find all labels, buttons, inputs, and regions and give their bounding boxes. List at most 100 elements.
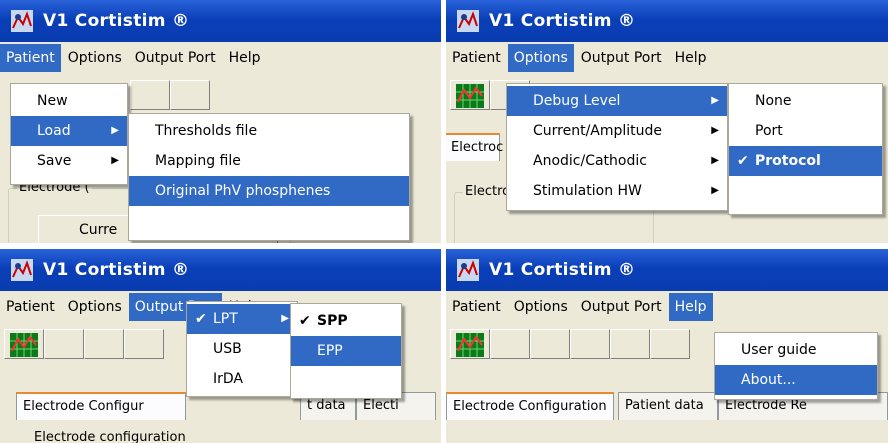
toolbar-button[interactable] [490, 329, 530, 359]
menu-bar: Patient Options Output Port Help [0, 42, 441, 74]
menu-item-protocol[interactable]: ✔ Protocol [729, 146, 882, 176]
submenu-arrow-icon: ▶ [711, 125, 719, 136]
app-title: V1 Cortistim ® [489, 11, 636, 31]
submenu-arrow-icon: ▶ [281, 313, 289, 324]
menu-bar: Patient Options Output Port Help [446, 291, 888, 323]
groupbox-label: Electro [463, 184, 513, 199]
menu-item-thresholds-file[interactable]: Thresholds file [129, 116, 409, 146]
toolbar-button[interactable] [170, 80, 210, 110]
menu-item-original-phv-phosphenes[interactable]: Original PhV phosphenes [129, 176, 409, 206]
menu-options[interactable]: Options [508, 293, 574, 321]
menu-item-epp[interactable]: EPP [291, 336, 401, 366]
chart-toolbar-button[interactable] [4, 329, 44, 359]
lpt-submenu: ✔ SPP EPP [290, 303, 402, 399]
tab-label: Electrode Re [725, 398, 807, 413]
menu-help[interactable]: Help [669, 44, 713, 72]
groupbox-label: Electrode configuration [34, 430, 186, 443]
chart-toolbar-button[interactable] [450, 329, 490, 359]
menu-item-irda[interactable]: IrDA [187, 364, 297, 394]
menu-output-port[interactable]: Output Port [575, 44, 668, 72]
tab-label: Electroc [451, 140, 504, 155]
toolbar-button[interactable] [650, 329, 690, 359]
grid-chart-icon [456, 84, 484, 108]
menu-item-stimulation-hw[interactable]: Stimulation HW ▶ [507, 176, 727, 206]
tab-label: Electrode Configur [23, 399, 144, 414]
panel-patient-menu: V1 Cortistim ® Patient Options Output Po… [0, 0, 441, 243]
menu-item-new[interactable]: New [11, 86, 127, 116]
patient-dropdown: New Load ▶ Save ▶ [10, 83, 128, 185]
tab-electrode-configuration[interactable]: Electrode Configur [16, 392, 186, 420]
checkmark-icon: ✔ [195, 311, 207, 327]
tab-label: Electrode Configuration [453, 399, 607, 414]
toolbar-button[interactable] [610, 329, 650, 359]
tab-label: t data [307, 398, 346, 413]
toolbar-button[interactable] [84, 329, 124, 359]
menu-item-none[interactable]: None [729, 86, 882, 116]
cortistim-app-icon [9, 257, 35, 283]
tab-patient-data[interactable]: Patient data [618, 392, 718, 420]
menu-options[interactable]: Options [507, 44, 574, 72]
menu-item-label: SPP [317, 313, 348, 329]
menu-item-label: Anodic/Cathodic [533, 153, 647, 169]
title-bar[interactable]: V1 Cortistim ® [0, 249, 441, 291]
menu-item-label: LPT [213, 311, 238, 327]
tab-electrode-configuration[interactable]: Electroc [446, 133, 504, 161]
menu-item-save[interactable]: Save ▶ [11, 146, 127, 176]
menu-help[interactable]: Help [668, 293, 713, 321]
menu-item-current-amplitude[interactable]: Current/Amplitude ▶ [507, 116, 727, 146]
current-button-label: Curre [79, 222, 118, 238]
menu-item-label: Mapping file [155, 153, 241, 169]
panel-help-menu: V1 Cortistim ® Patient Options Output Po… [446, 249, 888, 443]
menu-item-spp[interactable]: ✔ SPP [291, 306, 401, 336]
menu-item-label: New [37, 93, 68, 109]
menu-options[interactable]: Options [62, 293, 128, 321]
menu-options[interactable]: Options [62, 44, 128, 72]
menu-item-label: Current/Amplitude [533, 123, 663, 139]
app-title: V1 Cortistim ® [489, 260, 636, 280]
title-bar[interactable]: V1 Cortistim ® [446, 0, 888, 42]
menu-item-port[interactable]: Port [729, 116, 882, 146]
menu-patient[interactable]: Patient [0, 44, 61, 72]
menu-item-load[interactable]: Load ▶ [11, 116, 127, 146]
tab-electrode-configuration[interactable]: Electrode Configuration [446, 392, 614, 420]
menu-patient[interactable]: Patient [0, 293, 61, 321]
menu-item-user-guide[interactable]: User guide [715, 335, 877, 365]
chart-toolbar-button[interactable] [450, 80, 490, 110]
title-bar[interactable]: V1 Cortistim ® [446, 249, 888, 291]
menu-item-label: User guide [741, 342, 817, 358]
menu-patient[interactable]: Patient [446, 293, 507, 321]
output-port-dropdown: ✔ LPT ▶ USB IrDA [186, 301, 298, 397]
grid-chart-icon [456, 333, 484, 357]
menu-item-label: IrDA [213, 371, 243, 387]
toolbar-button[interactable] [44, 329, 84, 359]
menu-item-label: USB [213, 341, 242, 357]
menu-item-anodic-cathodic[interactable]: Anodic/Cathodic ▶ [507, 146, 727, 176]
load-submenu: Thresholds file Mapping file Original Ph… [128, 113, 410, 241]
cortistim-app-icon [9, 8, 35, 34]
menu-item-label: Original PhV phosphenes [155, 183, 331, 199]
toolbar-button[interactable] [530, 329, 570, 359]
toolbar-button[interactable] [124, 329, 164, 359]
checkmark-icon: ✔ [299, 313, 311, 329]
menu-output-port[interactable]: Output Port [575, 293, 668, 321]
menu-patient[interactable]: Patient [446, 44, 507, 72]
menu-item-usb[interactable]: USB [187, 334, 297, 364]
menu-item-debug-level[interactable]: Debug Level ▶ [507, 86, 727, 116]
title-bar[interactable]: V1 Cortistim ® [0, 0, 441, 42]
menu-help[interactable]: Help [223, 44, 267, 72]
toolbar-button[interactable] [130, 80, 170, 110]
menu-item-label: Save [37, 153, 72, 169]
menu-item-label: Thresholds file [155, 123, 258, 139]
cortistim-app-icon [455, 257, 481, 283]
menu-item-label: About... [741, 372, 796, 388]
panel-output-port-menu: V1 Cortistim ® Patient Options Output Po… [0, 249, 441, 443]
menu-item-label: Port [755, 123, 783, 139]
menu-output-port[interactable]: Output Port [129, 44, 222, 72]
toolbar-button[interactable] [570, 329, 610, 359]
menu-item-lpt[interactable]: ✔ LPT ▶ [187, 304, 297, 334]
menu-bar: Patient Options Output Port Help [446, 42, 888, 74]
submenu-arrow-icon: ▶ [711, 95, 719, 106]
menu-item-about[interactable]: About... [715, 365, 877, 395]
menu-item-mapping-file[interactable]: Mapping file [129, 146, 409, 176]
submenu-arrow-icon: ▶ [711, 185, 719, 196]
